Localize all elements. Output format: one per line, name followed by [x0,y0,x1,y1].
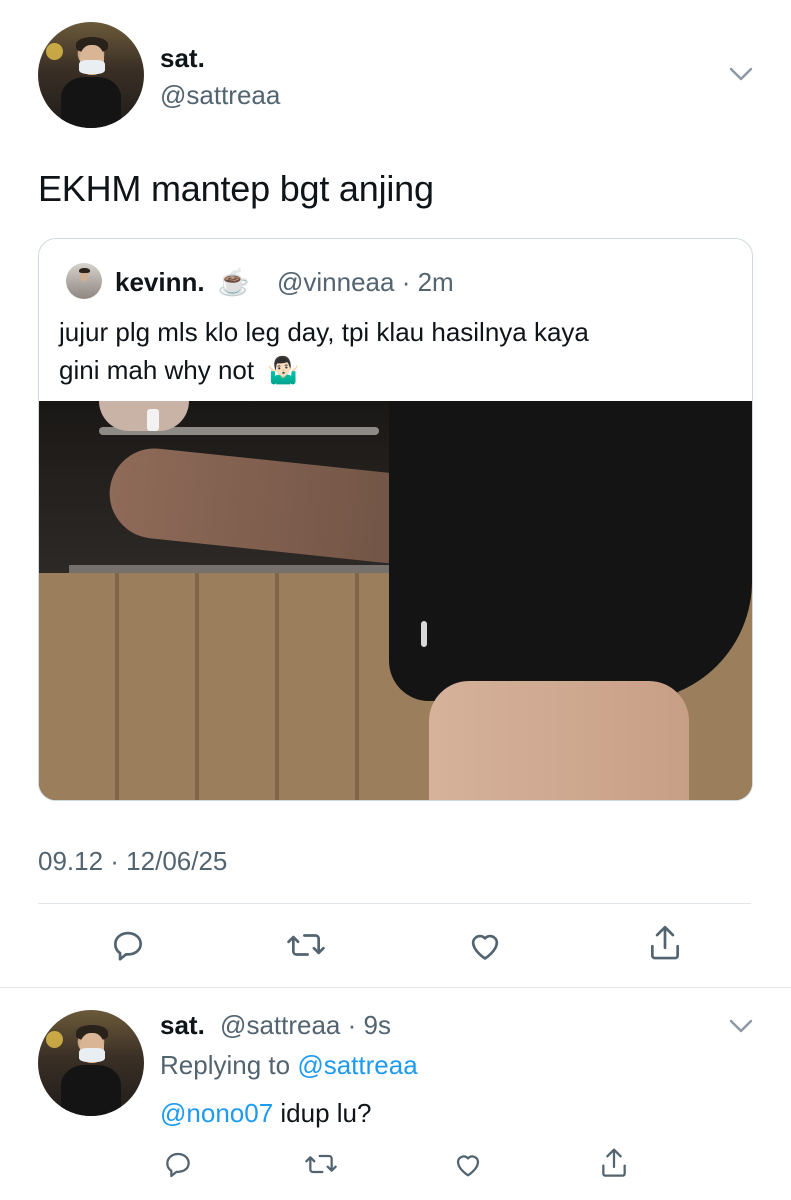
reply-author-avatar[interactable] [38,1010,144,1116]
reply-text-content: idup lu? [273,1098,372,1128]
replying-to-label: Replying to [160,1050,291,1080]
avatar-photo-detail [78,268,90,274]
reply-time: · 9s [347,1010,391,1040]
avatar-photo-detail [46,43,64,61]
quote-text-line: jujur plg mls klo leg day, tpi klau hasi… [59,317,589,347]
tweet-timestamp[interactable]: 09.12 · 12/06/25 [38,846,227,877]
media-detail [147,409,159,431]
quote-time: · 2m [401,267,454,297]
avatar-photo-detail [79,1048,105,1062]
shrug-emoji: 🤷🏻‍♂️ [267,355,300,385]
quote-text: jujur plg mls klo leg day, tpi klau hasi… [59,313,739,389]
quote-author-avatar [66,263,102,299]
tweet-text: EKHM mantep bgt anjing [38,168,434,209]
divider [38,903,751,904]
share-icon[interactable] [646,922,684,964]
reply-text: @nono07 idup lu? [160,1098,371,1129]
retweet-icon[interactable] [285,926,327,964]
replying-to-line: Replying to @sattreaa [160,1050,418,1081]
reply-icon[interactable] [162,1148,194,1180]
quoted-tweet[interactable]: kevinn. ☕ @vinneaa · 2m jujur plg mls kl… [38,238,753,801]
coffee-emoji: ☕ [217,267,251,297]
author-avatar[interactable] [38,22,144,128]
chevron-down-icon[interactable] [728,64,754,84]
quote-text-line-content: gini mah why not [59,355,255,385]
media-detail [389,401,752,701]
avatar-photo-detail [46,1031,64,1049]
replying-to-handle[interactable]: @sattreaa [297,1050,417,1080]
reply-header: sat. @sattreaa · 9s [160,1010,391,1041]
share-icon[interactable] [598,1145,630,1181]
quote-media-image[interactable] [39,401,752,800]
quote-handle-text: @vinneaa [277,267,395,297]
avatar-photo-detail [61,1065,121,1116]
quote-text-line: gini mah why not 🤷🏻‍♂️ [59,351,739,389]
media-detail [429,681,689,800]
quote-author-name-text: kevinn. [115,267,205,297]
retweet-icon[interactable] [303,1148,339,1180]
avatar-photo-detail [79,60,105,74]
chevron-down-icon[interactable] [728,1016,754,1036]
reply-author-handle[interactable]: @sattreaa [220,1010,340,1040]
reply-author-name[interactable]: sat. [160,1010,205,1040]
mention-link[interactable]: @nono07 [160,1098,273,1128]
media-detail [421,621,427,647]
like-icon[interactable] [466,926,504,964]
author-handle[interactable]: @sattreaa [160,80,280,111]
author-name[interactable]: sat. [160,43,205,74]
quote-author-name: kevinn. ☕ [115,267,250,298]
divider [0,987,791,988]
reply-icon[interactable] [109,926,147,964]
quote-author-handle: @vinneaa · 2m [277,267,454,298]
avatar-photo-detail [61,77,121,128]
like-icon[interactable] [452,1148,484,1180]
